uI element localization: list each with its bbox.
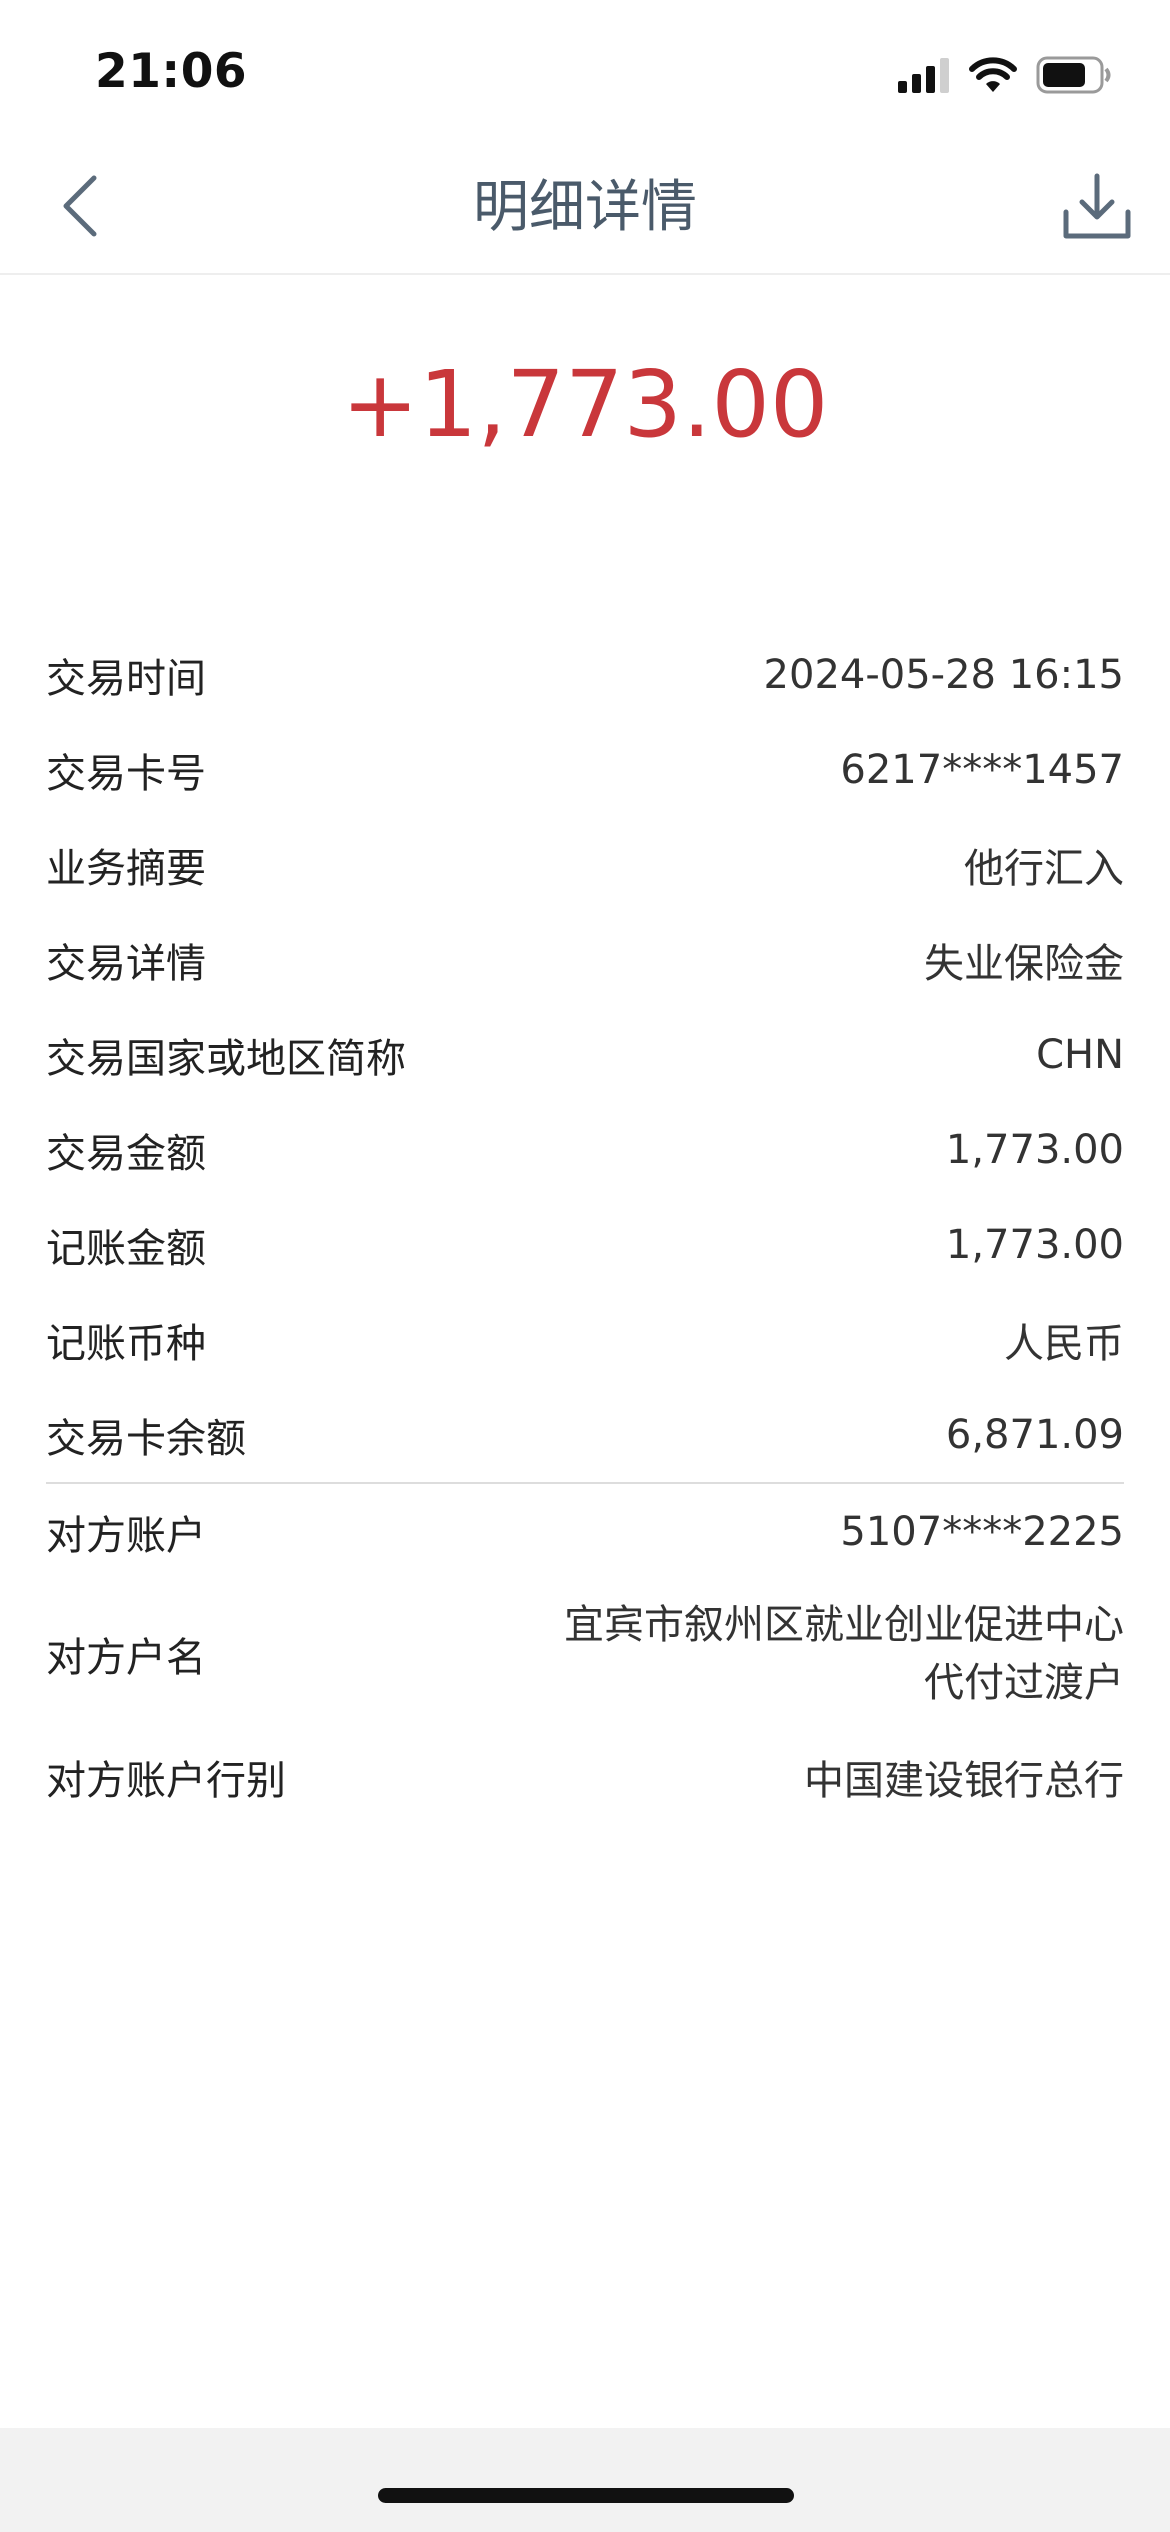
counterparty-name-line1: 宜宾市叙州区就业创业促进中心 [564, 1602, 1124, 1648]
detail-value: 6,871.09 [945, 1411, 1124, 1458]
detail-label: 交易卡余额 [46, 1415, 246, 1462]
detail-value: 1,773.00 [945, 1221, 1124, 1268]
detail-label: 交易卡号 [46, 750, 206, 797]
status-icons [898, 52, 1112, 98]
detail-row-currency: 记账币种 人民币 [46, 1292, 1124, 1387]
detail-value: 失业保险金 [924, 940, 1124, 987]
detail-value: 宜宾市叙州区就业创业促进中心 代付过渡户 [564, 1596, 1124, 1712]
detail-label: 对方账户行别 [46, 1757, 286, 1804]
detail-value: CHN [1036, 1031, 1124, 1078]
transaction-amount: +1,773.00 [341, 351, 829, 458]
detail-label: 交易国家或地区简称 [46, 1035, 406, 1082]
detail-row-counterparty-account: 对方账户 5107****2225 [46, 1484, 1124, 1579]
nav-bar: 明细详情 [0, 140, 1170, 275]
download-button[interactable] [1052, 162, 1142, 252]
detail-row-balance: 交易卡余额 6,871.09 [46, 1387, 1124, 1482]
detail-label: 对方账户 [46, 1512, 206, 1559]
counterparty-name-line2: 代付过渡户 [924, 1660, 1124, 1706]
bottom-bar [0, 2428, 1170, 2532]
detail-value: 他行汇入 [964, 845, 1124, 892]
detail-row-country: 交易国家或地区简称 CHN [46, 1007, 1124, 1102]
detail-value: 6217****1457 [840, 746, 1124, 793]
battery-icon [1036, 56, 1111, 94]
detail-list: 交易时间 2024-05-28 16:15 交易卡号 6217****1457 … [46, 627, 1124, 1824]
detail-label: 交易时间 [46, 655, 206, 702]
signal-icon [898, 58, 949, 93]
detail-row-summary: 业务摘要 他行汇入 [46, 817, 1124, 912]
status-bar: 21:06 [0, 0, 1170, 140]
detail-row-description: 交易详情 失业保险金 [46, 912, 1124, 1007]
detail-value: 1,773.00 [945, 1126, 1124, 1173]
detail-row-counterparty-name: 对方户名 宜宾市叙州区就业创业促进中心 代付过渡户 [46, 1579, 1124, 1729]
detail-label: 交易金额 [46, 1130, 206, 1177]
detail-row-counterparty-bank: 对方账户行别 中国建设银行总行 [46, 1729, 1124, 1824]
detail-label: 记账币种 [46, 1320, 206, 1367]
detail-label: 对方户名 [46, 1635, 206, 1681]
detail-value: 5107****2225 [840, 1508, 1124, 1555]
detail-row-card: 交易卡号 6217****1457 [46, 722, 1124, 817]
screen: 21:06 明细详情 +1,773.00 交易时间 2024-05-28 16:… [0, 0, 1170, 2532]
page-title: 明细详情 [473, 175, 697, 240]
detail-row-booked-amount: 记账金额 1,773.00 [46, 1197, 1124, 1292]
detail-value: 2024-05-28 16:15 [763, 651, 1124, 698]
detail-label: 交易详情 [46, 940, 206, 987]
detail-label: 记账金额 [46, 1225, 206, 1272]
detail-value: 人民币 [1004, 1320, 1124, 1367]
status-time: 21:06 [95, 44, 248, 99]
detail-row-transaction-amount: 交易金额 1,773.00 [46, 1102, 1124, 1197]
download-icon [1063, 173, 1131, 239]
wifi-icon [969, 57, 1017, 92]
detail-label: 业务摘要 [46, 845, 206, 892]
detail-value: 中国建设银行总行 [804, 1757, 1124, 1804]
detail-row-time: 交易时间 2024-05-28 16:15 [46, 627, 1124, 722]
home-indicator[interactable] [378, 2488, 794, 2503]
